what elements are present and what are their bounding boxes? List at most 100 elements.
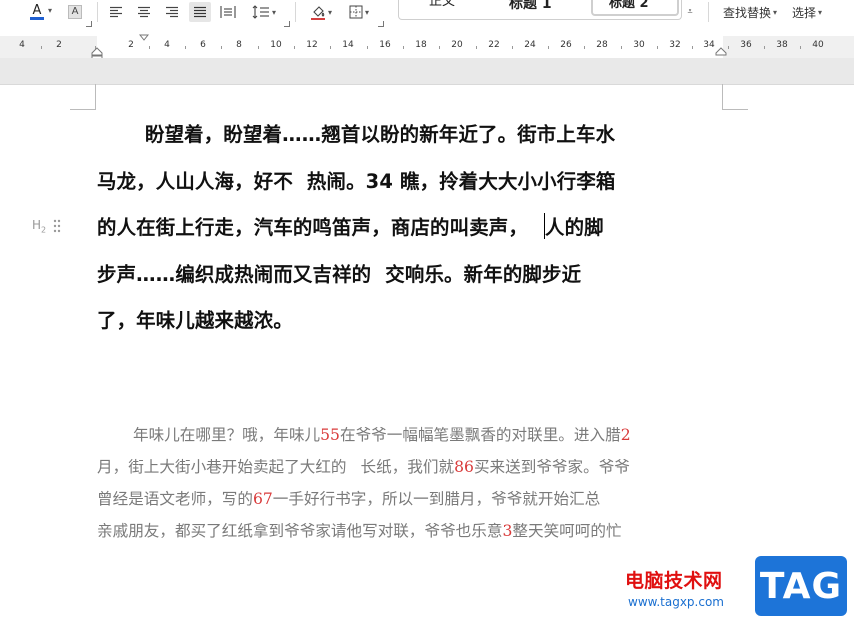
line-spacing-dropdown-icon: ▾ — [271, 7, 276, 17]
paragraph-drag-handle-icon[interactable] — [53, 219, 61, 233]
ruler-tick — [764, 46, 765, 49]
ruler-label: 32 — [669, 40, 681, 50]
font-color-button[interactable]: A — [24, 2, 50, 22]
ruler-tick — [330, 46, 331, 49]
first-line-indent-marker[interactable] — [139, 34, 149, 42]
heading-line-4b-text: 交响乐。新年的脚步近 — [385, 262, 582, 286]
select-button[interactable]: 选择 ▾ — [787, 2, 827, 22]
ruler-label: 20 — [451, 40, 463, 50]
inline-number: 67 — [252, 490, 273, 508]
watermark-url: www.tagxp.com — [628, 595, 724, 609]
watermark-logo: TAG — [755, 556, 847, 616]
align-center-icon[interactable] — [134, 2, 154, 22]
body-line-3: 曾经是语文老师，写的67一手好行书字，所以一到腊月，爷爷就开始汇总 — [97, 483, 723, 515]
ruler-label: 34 — [703, 40, 715, 50]
ribbon-toolbar: A ▾ A ▾ ▾ ▾ 正文 标题 1 标题 2 ⩡ 查找替换 ▾ 选择 ▾ — [0, 0, 854, 30]
ruler-tick — [692, 46, 693, 49]
find-replace-label: 查找替换 — [722, 5, 771, 20]
body-paragraph[interactable]: 年味儿在哪里？哦，年味儿55在爷爷一幅幅笔墨飘香的对联里。进入腊2 月，街上大街… — [97, 419, 723, 547]
heading-line-1-text: 盼望着，盼望着……翘首以盼的新年近了。街市上车水 — [145, 123, 616, 146]
ruler-tick — [657, 46, 658, 49]
ruler-label: 2 — [128, 40, 134, 50]
ruler-tick — [221, 46, 222, 49]
shading-dropdown-icon: ▾ — [327, 7, 332, 17]
heading-line-4a-text: 步声……编织成热闹而又吉祥的 — [97, 262, 372, 286]
body-text: 买来送到爷爷家。爷爷 — [473, 458, 630, 476]
heading-paragraph[interactable]: 盼望着，盼望着……翘首以盼的新年近了。街市上车水 马龙，人山人海，好不 热闹。34… — [97, 112, 723, 345]
ruler-tick — [185, 46, 186, 49]
heading-line-3b-text: 人的脚 — [545, 216, 604, 239]
style-heading-1[interactable]: 标题 1 — [509, 0, 552, 14]
ruler-tick — [584, 46, 585, 49]
heading-line-2: 马龙，人山人海，好不 热闹。34 瞧，拎着大大小小行李箱 — [97, 159, 723, 206]
style-heading-2-label: 标题 2 — [609, 0, 649, 11]
page-gap — [0, 58, 854, 85]
horizontal-ruler[interactable]: 4 2 2 4 6 8 10 12 14 16 18 20 22 24 26 28 30 32 34 36 38 40 — [0, 34, 854, 62]
body-text: 整天笑呵呵的忙 — [512, 522, 622, 540]
ruler-tick — [149, 46, 150, 49]
heading-marker-level: 2 — [41, 225, 47, 235]
body-text: 曾经是语文老师，写的 — [97, 490, 253, 508]
ruler-label: 10 — [270, 40, 282, 50]
separator — [295, 2, 296, 22]
separator — [708, 2, 709, 22]
body-text: 月，街上大街小巷开始卖起了大红的 — [97, 458, 347, 476]
ruler-tick — [728, 46, 729, 49]
font-color-bar — [30, 17, 44, 20]
heading-level-marker: H2 — [32, 218, 46, 234]
ruler-label: 28 — [596, 40, 608, 50]
style-body-text[interactable]: 正文 — [429, 0, 455, 10]
borders-dropdown-icon: ▾ — [364, 7, 369, 17]
body-line-4: 亲戚朋友，都买了红纸拿到爷爷家请他写对联，爷爷也乐意3整天笑呵呵的忙 — [97, 515, 723, 547]
heading-line-3: 的人在街上行走，汽车的鸣笛声，商店的叫卖声， 人的脚 — [97, 205, 723, 252]
body-text: 长纸，我们就 — [360, 458, 455, 476]
ruler-label: 36 — [740, 40, 752, 50]
body-text: 在爷爷一幅幅笔墨飘香的对联里。进入腊 — [339, 426, 621, 444]
line-spacing-icon — [252, 5, 269, 19]
ruler-label: 14 — [342, 40, 354, 50]
ruler-label: 4 — [164, 40, 170, 50]
font-color-dropdown-icon[interactable]: ▾ — [48, 6, 52, 15]
paint-bucket-icon — [310, 6, 325, 20]
right-indent-marker[interactable] — [715, 47, 727, 57]
character-shading-button[interactable]: A — [66, 2, 84, 22]
find-replace-button[interactable]: 查找替换 ▾ — [719, 2, 781, 22]
heading-line-3a-text: 的人在街上行走，汽车的鸣笛声，商店的叫卖声， — [97, 216, 528, 239]
borders-button[interactable]: ▾ — [344, 2, 374, 22]
ruler-label: 22 — [488, 40, 500, 50]
ruler-tick — [621, 46, 622, 49]
align-left-icon[interactable] — [106, 2, 126, 22]
margin-corner-top-left — [70, 84, 96, 110]
style-heading-2[interactable]: 标题 2 — [591, 0, 679, 16]
border-icon — [349, 5, 363, 19]
ruler-tick — [403, 46, 404, 49]
margin-corner-top-right — [722, 84, 748, 110]
ruler-tick — [258, 46, 259, 49]
shading-button[interactable]: ▾ — [306, 2, 336, 22]
ruler-tick — [512, 46, 513, 49]
ruler-label: 8 — [236, 40, 242, 50]
ruler-label: 2 — [56, 40, 62, 50]
font-color-glyph: A — [32, 3, 42, 18]
select-label: 选择 — [791, 5, 816, 20]
font-dialog-launcher-icon[interactable] — [86, 21, 92, 27]
style-gallery-more-icon[interactable]: ⩡ — [683, 2, 697, 22]
ruler-label: 30 — [633, 40, 645, 50]
ruler-tick — [294, 46, 295, 49]
paragraph-dialog-launcher-icon[interactable] — [284, 21, 290, 27]
align-right-icon[interactable] — [162, 2, 182, 22]
borders-dialog-launcher-icon[interactable] — [378, 21, 384, 27]
justify-icon[interactable] — [189, 2, 211, 22]
body-line-2: 月，街上大街小巷开始卖起了大红的 长纸，我们就86买来送到爷爷家。爷爷 — [97, 451, 723, 483]
ruler-tick — [439, 46, 440, 49]
distributed-align-icon[interactable] — [218, 2, 238, 22]
ruler-tick — [548, 46, 549, 49]
body-text: 一手好行书字，所以一到腊月，爷爷就开始汇总 — [272, 490, 601, 508]
ruler-label: 18 — [415, 40, 427, 50]
ruler-label: 38 — [776, 40, 788, 50]
style-gallery: 正文 标题 1 标题 2 — [398, 0, 682, 20]
ruler-text-area — [97, 36, 723, 58]
ruler-label: 26 — [560, 40, 572, 50]
line-spacing-button[interactable]: ▾ — [248, 2, 280, 22]
ruler-label: 40 — [812, 40, 824, 50]
